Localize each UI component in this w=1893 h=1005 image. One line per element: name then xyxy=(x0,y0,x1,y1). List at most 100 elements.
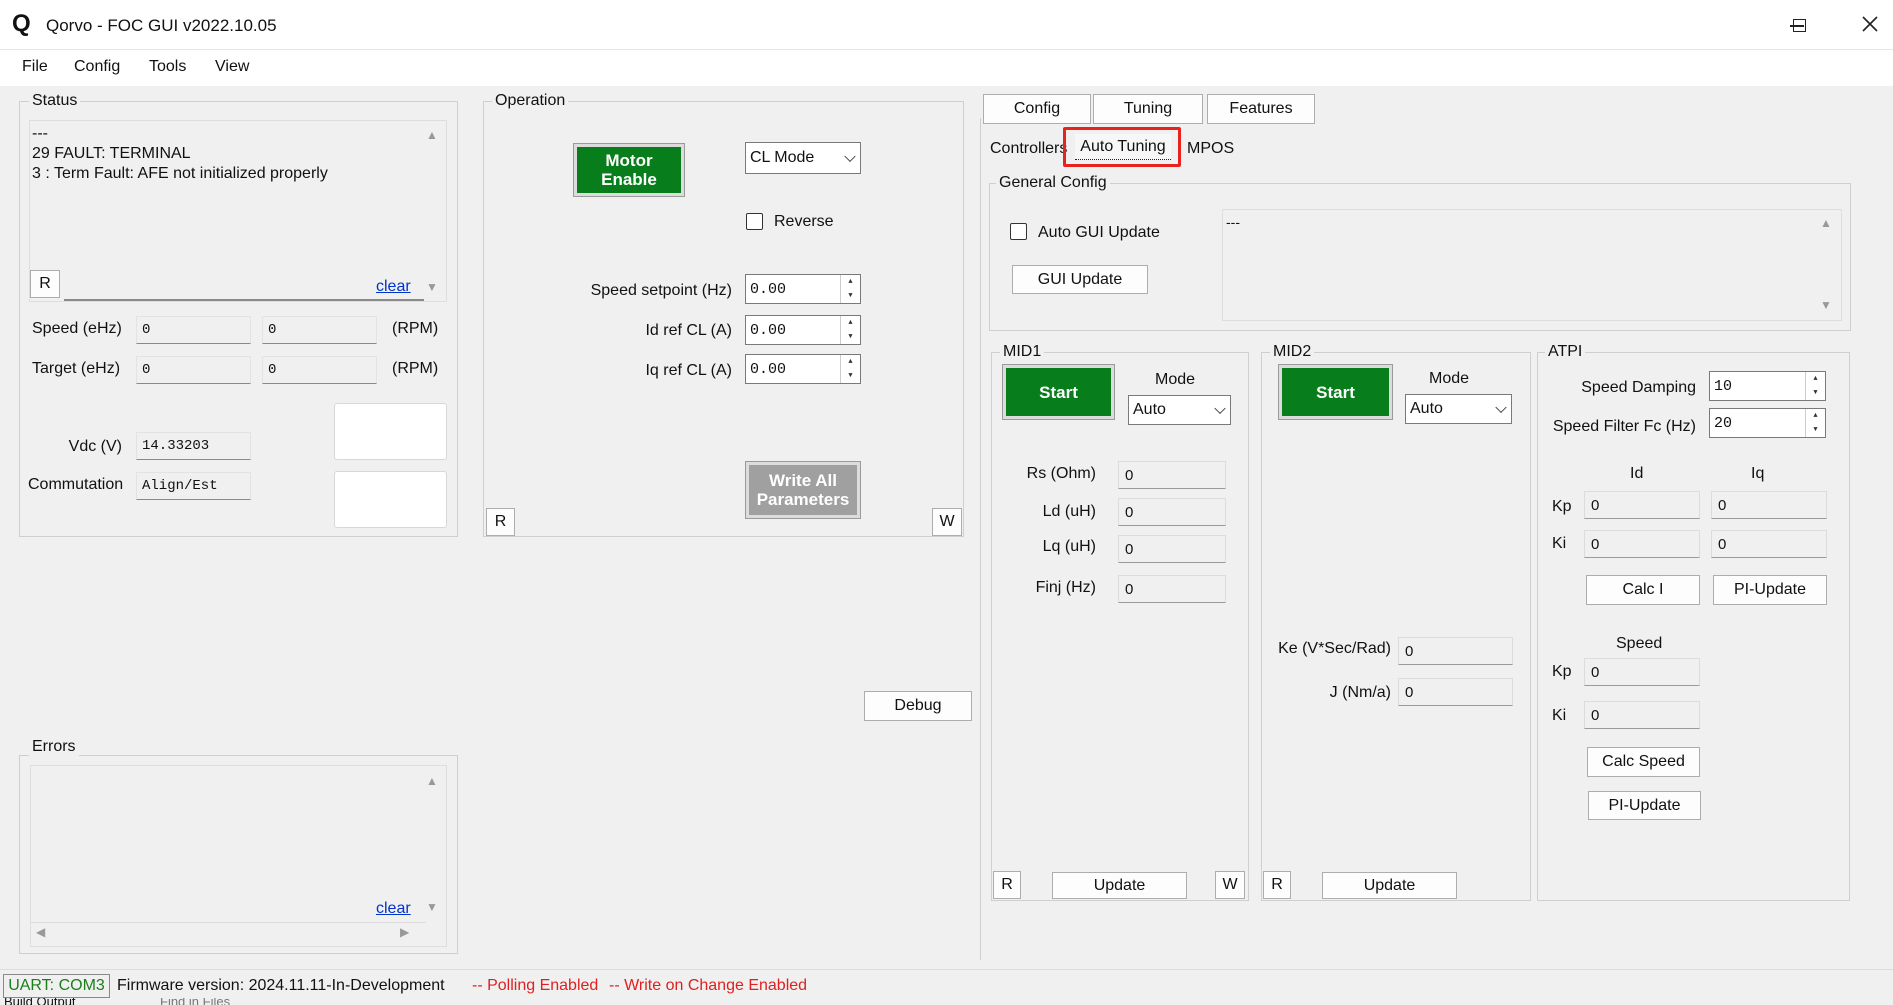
scroll-down-icon[interactable]: ▼ xyxy=(426,900,438,914)
pi-update-button[interactable]: PI-Update xyxy=(1713,575,1827,605)
bottom-tab-build-output[interactable]: Build Output xyxy=(4,998,76,1005)
commutation-field: Align/Est xyxy=(136,472,251,500)
menu-bar xyxy=(0,50,1893,86)
firmware-version: Firmware version: 2024.11.11-In-Developm… xyxy=(117,977,445,994)
mid1-update-button[interactable]: Update xyxy=(1052,872,1187,899)
iq-ref-spinner[interactable]: ▲ ▼ xyxy=(840,355,860,383)
menu-view[interactable]: View xyxy=(215,58,249,76)
speed-rpm-field: 0 xyxy=(262,316,377,344)
chevron-down-icon xyxy=(1495,401,1507,414)
scroll-up-icon[interactable]: ▲ xyxy=(426,774,438,788)
scroll-down-icon[interactable]: ▼ xyxy=(1820,298,1832,312)
mid1-w-button[interactable]: W xyxy=(1215,871,1245,899)
general-config-legend: General Config xyxy=(996,174,1110,192)
speed-filter-value: 20 xyxy=(1714,414,1733,432)
iq-ref-input[interactable]: 0.00 ▲ ▼ xyxy=(745,354,861,384)
calc-speed-button[interactable]: Calc Speed xyxy=(1587,747,1700,777)
id-ref-input[interactable]: 0.00 ▲ ▼ xyxy=(745,315,861,345)
speed-damping-input[interactable]: 10 ▲ ▼ xyxy=(1709,371,1826,401)
mid1-group xyxy=(991,352,1249,901)
id-ref-spinner[interactable]: ▲ ▼ xyxy=(840,316,860,344)
ld-label: Ld (uH) xyxy=(1042,503,1096,520)
operation-mode-select[interactable]: CL Mode xyxy=(745,142,861,174)
uart-indicator: UART: COM3 xyxy=(3,974,110,998)
speed-filter-input[interactable]: 20 ▲ ▼ xyxy=(1709,408,1826,438)
auto-gui-update-label: Auto GUI Update xyxy=(1038,224,1160,241)
menu-config[interactable]: Config xyxy=(74,58,120,76)
write-all-button[interactable]: Write All Parameters xyxy=(745,461,861,519)
lq-field: 0 xyxy=(1118,535,1226,563)
status-indicator-1 xyxy=(334,403,447,460)
status-indicator-2 xyxy=(334,471,447,528)
j-label: J (Nm/a) xyxy=(1329,684,1391,701)
errors-clear-link[interactable]: clear xyxy=(376,900,411,918)
close-icon[interactable] xyxy=(1858,12,1882,36)
errors-hscroll[interactable] xyxy=(30,922,426,944)
status-clear-link[interactable]: clear xyxy=(376,278,411,296)
operation-w-button[interactable]: W xyxy=(932,508,962,536)
mid2-legend: MID2 xyxy=(1270,343,1315,361)
speed-kp-label: Kp xyxy=(1552,663,1572,680)
mid1-mode-select[interactable]: Auto xyxy=(1128,395,1231,425)
atpi-legend: ATPI xyxy=(1545,343,1586,361)
mid2-update-button[interactable]: Update xyxy=(1322,872,1457,899)
mid1-r-button[interactable]: R xyxy=(993,871,1021,899)
target-ehz-field: 0 xyxy=(136,356,251,384)
menu-tools[interactable]: Tools xyxy=(149,58,186,76)
scroll-left-icon[interactable]: ◀ xyxy=(36,925,45,939)
log-line: --- xyxy=(32,125,48,142)
status-divider xyxy=(64,299,424,301)
operation-mode-value: CL Mode xyxy=(750,149,815,166)
speed-filter-spinner[interactable]: ▲ ▼ xyxy=(1805,409,1825,437)
target-rpm-field: 0 xyxy=(262,356,377,384)
commutation-label: Commutation xyxy=(28,476,124,493)
gui-update-button[interactable]: GUI Update xyxy=(1012,265,1148,294)
scroll-up-icon[interactable]: ▲ xyxy=(426,128,438,142)
reverse-checkbox[interactable] xyxy=(746,213,763,230)
debug-button[interactable]: Debug xyxy=(864,691,972,721)
speed-filter-label: Speed Filter Fc (Hz) xyxy=(1552,418,1696,435)
subtab-controllers[interactable]: Controllers xyxy=(990,140,1067,158)
subtab-mpos[interactable]: MPOS xyxy=(1187,140,1234,158)
speed-setpoint-input[interactable]: 0.00 ▲ ▼ xyxy=(745,274,861,304)
subtab-auto-tuning[interactable]: Auto Tuning xyxy=(1075,134,1171,160)
auto-gui-update-checkbox[interactable] xyxy=(1010,223,1027,240)
mid2-r-button[interactable]: R xyxy=(1263,871,1291,899)
mid1-start-button[interactable]: Start xyxy=(1002,364,1115,420)
tab-tuning[interactable]: Tuning xyxy=(1093,94,1203,124)
scroll-up-icon[interactable]: ▲ xyxy=(1820,216,1832,230)
errors-log xyxy=(30,765,447,947)
mid1-legend: MID1 xyxy=(1000,343,1045,361)
mid2-start-button[interactable]: Start xyxy=(1278,364,1393,420)
scroll-down-icon[interactable]: ▼ xyxy=(426,280,438,294)
bottom-tab-find-in-files[interactable]: Find in Files xyxy=(160,998,230,1005)
tab-features[interactable]: Features xyxy=(1207,94,1315,124)
calc-i-button[interactable]: Calc I xyxy=(1586,575,1700,605)
mid2-mode-select[interactable]: Auto xyxy=(1405,394,1512,424)
motor-enable-button[interactable]: Motor Enable xyxy=(573,143,685,197)
scroll-right-icon[interactable]: ▶ xyxy=(400,925,409,939)
speed-setpoint-spinner[interactable]: ▲ ▼ xyxy=(840,275,860,303)
maximize-icon[interactable] xyxy=(1793,19,1806,32)
tab-config[interactable]: Config xyxy=(983,94,1091,124)
ki-id-field: 0 xyxy=(1584,530,1700,558)
speed-damping-spinner[interactable]: ▲ ▼ xyxy=(1805,372,1825,400)
app-window: Q Qorvo - FOC GUI v2022.10.05 File Confi… xyxy=(0,0,1893,1005)
id-ref-label: Id ref CL (A) xyxy=(645,322,732,339)
speed-kp-field: 0 xyxy=(1584,658,1700,686)
menu-file[interactable]: File xyxy=(22,58,48,76)
app-logo-icon: Q xyxy=(12,10,31,37)
speed-damping-value: 10 xyxy=(1714,377,1733,395)
mid2-mode-label: Mode xyxy=(1429,370,1470,387)
pi-update-speed-button[interactable]: PI-Update xyxy=(1588,791,1701,820)
mid1-mode-label: Mode xyxy=(1155,371,1196,388)
status-r-button[interactable]: R xyxy=(30,270,60,298)
lq-label: Lq (uH) xyxy=(1042,538,1096,555)
target-label: Target (eHz) xyxy=(32,360,121,377)
general-config-log xyxy=(1222,209,1842,321)
id-header: Id xyxy=(1630,465,1644,482)
speed-ki-field: 0 xyxy=(1584,701,1700,729)
speed-unit: (RPM) xyxy=(392,320,439,337)
speed-ki-label: Ki xyxy=(1552,707,1567,724)
operation-r-button[interactable]: R xyxy=(486,508,515,536)
